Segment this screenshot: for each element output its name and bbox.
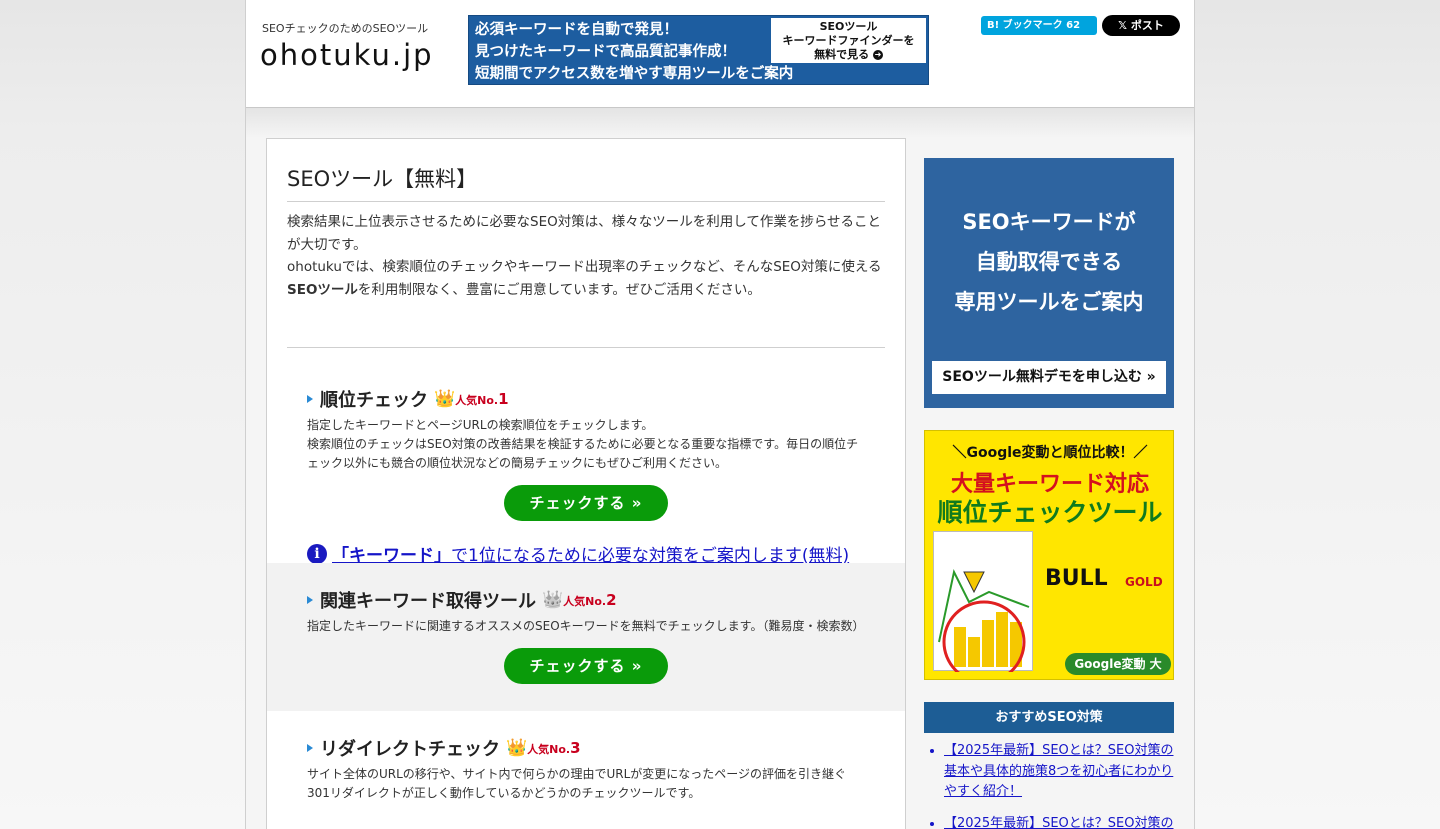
- site-tagline: SEOチェックのためのSEOツール: [262, 22, 429, 35]
- bullet-arrow-icon: [307, 395, 313, 403]
- demo-request-button[interactable]: SEOツール無料デモを申し込む »: [932, 361, 1166, 394]
- list-item[interactable]: 【2025年最新】SEOとは？SEO対策の: [944, 814, 1174, 829]
- header-banner-ad[interactable]: 必須キーワードを自動で発見！ 見つけたキーワードで高品質記事作成！ 短期間でアク…: [468, 15, 929, 85]
- hatena-bookmark-button[interactable]: B! ブックマーク 62: [981, 16, 1097, 35]
- tool-redirect-check: リダイレクトチェック 👑 人気No.3 サイト全体のURLの移行や、サイト内で何…: [287, 711, 885, 803]
- list-item[interactable]: 【2025年最新】SEOとは？SEO対策の基本や具体的施策8つを初心者にわかりや…: [944, 741, 1174, 803]
- bookmark-count: 62: [1066, 20, 1081, 31]
- site-logo[interactable]: ohotuku.jp: [260, 38, 434, 72]
- site-header: SEOチェックのためのSEOツール ohotuku.jp 必須キーワードを自動で…: [246, 0, 1194, 108]
- crown-silver-icon: 👑: [542, 590, 564, 610]
- main-content: SEOツール【無料】 検索結果に上位表示させるために必要なSEO対策は、様々なツ…: [266, 138, 906, 829]
- popularity-rank: 人気No.3: [527, 739, 581, 757]
- arrow-circle-icon: ➜: [872, 50, 883, 60]
- banner-text: 必須キーワードを自動で発見！ 見つけたキーワードで高品質記事作成！ 短期間でアク…: [475, 22, 794, 82]
- intro-text: 検索結果に上位表示させるために必要なSEO対策は、様々なツールを利用して作業を捗…: [287, 214, 882, 298]
- popularity-rank: 人気No.2: [563, 591, 617, 609]
- check-button-rank[interactable]: チェックする »: [504, 485, 668, 521]
- google-fluctuation-badge: Google変動 大: [1065, 653, 1171, 675]
- bullet-arrow-icon: [307, 744, 313, 752]
- check-button-related[interactable]: チェックする »: [504, 648, 668, 684]
- popularity-rank: 人気No.1: [455, 390, 509, 408]
- page: SEOチェックのためのSEOツール ohotuku.jp 必須キーワードを自動で…: [245, 0, 1195, 829]
- ad-chart-illustration: [933, 531, 1033, 679]
- sidebar-ad-keyword-tool[interactable]: SEOキーワードが 自動取得できる 専用ツールをご案内 SEOツール無料デモを申…: [924, 158, 1174, 408]
- recommended-list: 【2025年最新】SEOとは？SEO対策の基本や具体的施策8つを初心者にわかりや…: [924, 741, 1174, 829]
- bullet-arrow-icon: [307, 596, 313, 604]
- banner-cta[interactable]: SEOツール キーワードファインダーを 無料で見る ➜: [771, 18, 926, 63]
- recommended-title: おすすめSEO対策: [924, 702, 1174, 733]
- tool-title[interactable]: 順位チェック: [320, 386, 428, 412]
- tool-related-keywords: 関連キーワード取得ツール 👑 人気No.2 指定したキーワードに関連するオススメ…: [267, 563, 905, 711]
- header-shadow-band: [246, 108, 1194, 138]
- crown-gold-icon: 👑: [434, 389, 456, 409]
- tool-description: 指定したキーワードに関連するオススメのSEOキーワードを無料でチェックします。（…: [307, 619, 865, 633]
- tool-description: 指定したキーワードとページURLの検索順位をチェックします。 検索順位のチェック…: [307, 418, 859, 470]
- x-post-button[interactable]: 𝕏 ポスト: [1102, 15, 1180, 36]
- info-icon: i: [307, 543, 327, 564]
- sidebar: SEOキーワードが 自動取得できる 専用ツールをご案内 SEOツール無料デモを申…: [924, 158, 1174, 829]
- tool-description: サイト全体のURLの移行や、サイト内で何らかの理由でURLが変更になったページの…: [307, 767, 847, 800]
- sidebar-ad-bull-gold[interactable]: ＼Google変動と順位比較！／ 大量キーワード対応 順位チェックツール BUL…: [924, 430, 1174, 680]
- tool-title[interactable]: 関連キーワード取得ツール: [320, 587, 536, 613]
- recommended-seo-box: おすすめSEO対策 【2025年最新】SEOとは？SEO対策の基本や具体的施策8…: [924, 702, 1174, 829]
- crown-bronze-icon: 👑: [506, 738, 528, 758]
- tool-rank-check: 順位チェック 👑 人気No.1 指定したキーワードとページURLの検索順位をチェ…: [287, 348, 885, 566]
- tool-title[interactable]: リダイレクトチェック: [320, 735, 500, 761]
- page-title: SEOツール【無料】: [287, 139, 885, 202]
